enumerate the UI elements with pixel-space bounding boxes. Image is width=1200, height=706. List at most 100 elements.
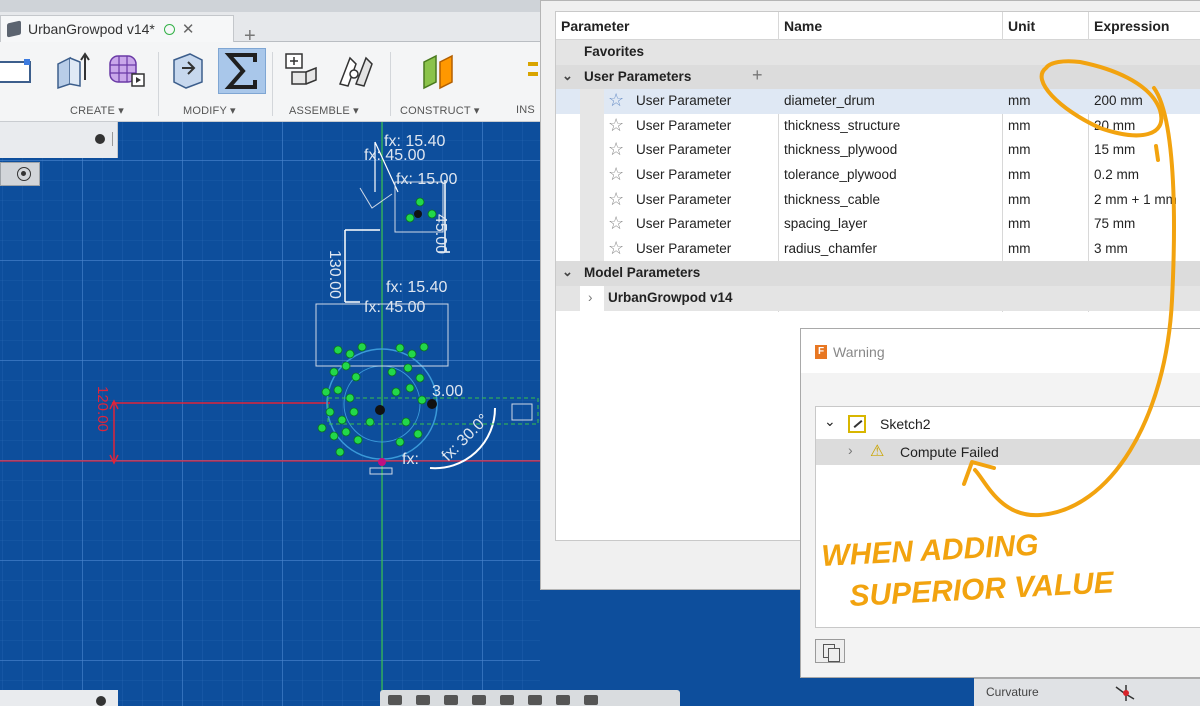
collapse-panel-icon[interactable] — [95, 134, 105, 144]
viewports-icon[interactable] — [584, 695, 598, 705]
dimension-label[interactable]: fx: — [402, 451, 419, 468]
unsaved-status-icon — [163, 23, 175, 35]
column-header-name[interactable]: Name — [784, 18, 822, 34]
cell-expression[interactable]: 3 mm — [1094, 241, 1128, 256]
table-row[interactable]: ☆ User Parameter diameter_drum mm 200 mm — [556, 89, 1200, 114]
column-header-expression[interactable]: Expression — [1094, 18, 1169, 34]
row-gutter — [580, 89, 604, 114]
dimension-label[interactable]: fx: 15.40 — [386, 279, 447, 296]
fit-icon[interactable] — [500, 695, 514, 705]
table-row[interactable]: ☆ User Parameter radius_chamfer mm 3 mm — [556, 236, 1200, 262]
chevron-right-icon[interactable]: › — [848, 442, 853, 458]
favorite-star-icon[interactable]: ☆ — [608, 91, 624, 109]
zoom-icon[interactable] — [472, 695, 486, 705]
create-menu[interactable]: CREATE ▾ — [70, 104, 124, 117]
grid-settings-icon[interactable] — [556, 695, 570, 705]
dimension-label[interactable]: fx: 45.00 — [364, 299, 425, 316]
favorite-star-icon[interactable]: ☆ — [608, 140, 624, 158]
row-gutter — [580, 212, 604, 237]
cell-name[interactable]: thickness_cable — [784, 192, 880, 207]
cell-unit[interactable]: mm — [1008, 142, 1031, 157]
assemble-menu[interactable]: ASSEMBLE ▾ — [289, 104, 359, 117]
column-header-parameter[interactable]: Parameter — [561, 18, 630, 34]
dimension-label-red[interactable]: 120.00 — [94, 386, 111, 432]
cell-name[interactable]: diameter_drum — [784, 93, 875, 108]
model-component-row[interactable]: › UrbanGrowpod v14 — [556, 286, 1200, 311]
cell-name[interactable]: thickness_structure — [784, 118, 900, 133]
chevron-down-icon[interactable]: ⌄ — [562, 264, 573, 280]
cell-expression[interactable]: 15 mm — [1094, 142, 1135, 157]
cell-unit[interactable]: mm — [1008, 93, 1031, 108]
column-header-unit[interactable]: Unit — [1008, 18, 1035, 34]
look-at-icon[interactable] — [416, 695, 430, 705]
cell-expression[interactable]: 2 mm + 1 mm — [1094, 192, 1177, 207]
cell-parameter: User Parameter — [636, 93, 732, 109]
favorites-group[interactable]: Favorites — [556, 40, 1200, 65]
table-row[interactable]: ☆ User Parameter thickness_plywood mm 15… — [556, 138, 1200, 163]
cell-name[interactable]: spacing_layer — [784, 216, 867, 231]
cell-expression[interactable]: 75 mm — [1094, 216, 1135, 231]
favorite-star-icon[interactable]: ☆ — [608, 165, 624, 183]
curvature-comb-icon[interactable] — [1114, 683, 1138, 703]
dimension-label[interactable]: fx: 15.00 — [396, 171, 457, 188]
model-parameters-group[interactable]: ⌄ Model Parameters — [556, 261, 1200, 286]
document-tab[interactable]: UrbanGrowpod v14* ✕ — [0, 15, 234, 42]
cell-unit[interactable]: mm — [1008, 167, 1031, 182]
dimension-label[interactable]: fx: 45.00 — [364, 147, 425, 164]
orbit-icon[interactable] — [388, 695, 402, 705]
cell-name[interactable]: tolerance_plywood — [784, 167, 897, 182]
sketch-canvas[interactable]: fx: 15.40 fx: 45.00 fx: 15.00 45.00 130.… — [0, 122, 540, 706]
dimension-label[interactable]: 130.00 — [326, 250, 343, 299]
display-settings-icon[interactable] — [528, 695, 542, 705]
dimension-label[interactable]: 45.00 — [432, 214, 449, 254]
extrude-icon[interactable] — [52, 50, 92, 90]
offset-plane-icon[interactable] — [420, 50, 460, 90]
form-mesh-icon[interactable] — [106, 50, 146, 90]
press-pull-icon[interactable] — [168, 50, 208, 90]
add-parameter-button[interactable]: + — [752, 65, 763, 86]
favorite-star-icon[interactable]: ☆ — [608, 239, 624, 257]
user-parameters-group[interactable]: ⌄ User Parameters + — [556, 64, 1200, 90]
cell-expression[interactable]: 20 mm — [1094, 118, 1135, 133]
chevron-right-icon[interactable]: › — [588, 290, 593, 305]
origin-toggle[interactable] — [0, 162, 40, 186]
inspect-menu[interactable]: INS — [516, 104, 535, 116]
cell-expression[interactable]: 200 mm — [1094, 93, 1143, 108]
pan-icon[interactable] — [444, 695, 458, 705]
cell-unit[interactable]: mm — [1008, 216, 1031, 231]
sigma-icon — [224, 53, 257, 89]
parameters-sigma-button[interactable] — [218, 48, 266, 94]
cell-name[interactable]: radius_chamfer — [784, 241, 877, 256]
cell-unit[interactable]: mm — [1008, 192, 1031, 207]
cell-name[interactable]: thickness_plywood — [784, 142, 897, 157]
chevron-down-icon[interactable]: ⌄ — [824, 413, 836, 430]
panel-divider — [112, 132, 113, 146]
component-label: UrbanGrowpod v14 — [608, 290, 733, 305]
close-tab-icon[interactable]: ✕ — [182, 20, 195, 38]
copy-button[interactable] — [815, 639, 845, 663]
tree-item-error[interactable]: › ⚠ Compute Failed — [816, 439, 1200, 465]
fusion-logo-icon: F — [815, 345, 827, 359]
cell-unit[interactable]: mm — [1008, 118, 1031, 133]
favorite-star-icon[interactable]: ☆ — [608, 116, 624, 134]
chevron-down-icon[interactable]: ⌄ — [562, 68, 573, 84]
favorite-star-icon[interactable]: ☆ — [608, 190, 624, 208]
group-label: Model Parameters — [584, 265, 701, 281]
joint-icon[interactable] — [336, 50, 376, 90]
inspect-icon[interactable] — [522, 50, 542, 90]
construct-menu[interactable]: CONSTRUCT ▾ — [400, 104, 480, 117]
cell-expression[interactable]: 0.2 mm — [1094, 167, 1139, 182]
group-label: User Parameters — [584, 68, 692, 84]
dimension-label[interactable]: 3.00 — [432, 383, 463, 400]
tree-item-sketch[interactable]: ⌄ Sketch2 — [816, 413, 1200, 437]
cell-unit[interactable]: mm — [1008, 241, 1031, 256]
favorite-star-icon[interactable]: ☆ — [608, 214, 624, 232]
table-row[interactable]: ☆ User Parameter tolerance_plywood mm 0.… — [556, 163, 1200, 188]
table-row[interactable]: ☆ User Parameter thickness_structure mm … — [556, 113, 1200, 139]
table-row[interactable]: ☆ User Parameter thickness_cable mm 2 mm… — [556, 187, 1200, 213]
modify-menu[interactable]: MODIFY ▾ — [183, 104, 236, 117]
new-component-icon[interactable] — [282, 50, 322, 90]
collapse-comments-icon[interactable] — [96, 696, 106, 706]
table-row[interactable]: ☆ User Parameter spacing_layer mm 75 mm — [556, 212, 1200, 237]
sketch-rectangle-icon[interactable] — [0, 50, 34, 90]
